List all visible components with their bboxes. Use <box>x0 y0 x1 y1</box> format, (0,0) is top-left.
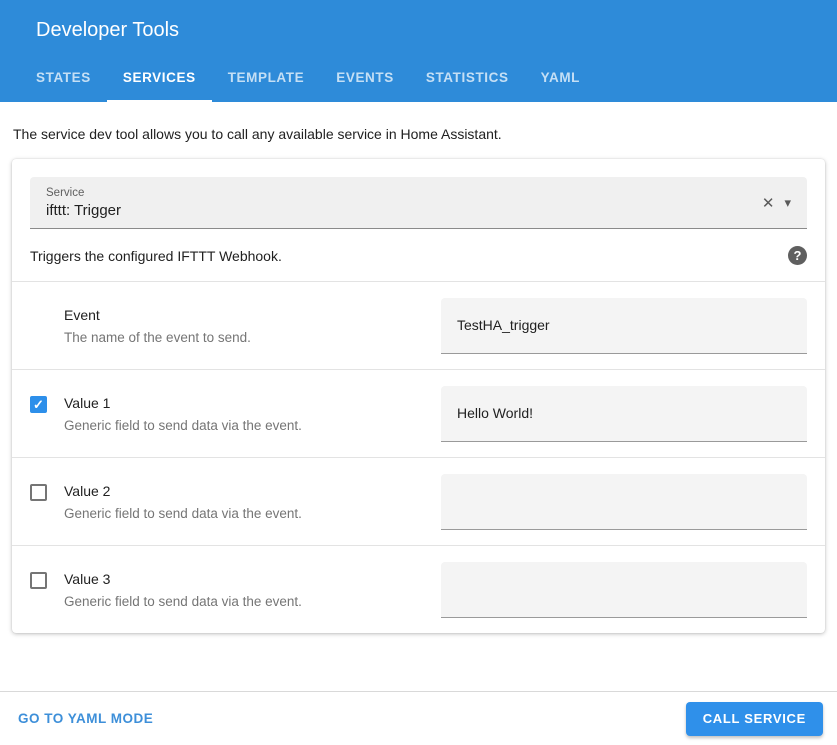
field-name-value2: Value 2 <box>64 483 429 499</box>
tab-template[interactable]: TEMPLATE <box>212 55 321 102</box>
field-left: ✓ Value 1 Generic field to send data via… <box>30 395 441 433</box>
value2-checkbox[interactable]: ✓ <box>30 484 47 501</box>
service-select[interactable]: Service ifttt: Trigger ✕ ▾ <box>30 177 807 229</box>
call-service-button[interactable]: CALL SERVICE <box>686 702 823 736</box>
page-footer: GO TO YAML MODE CALL SERVICE <box>0 691 837 745</box>
field-name-value1: Value 1 <box>64 395 429 411</box>
tab-events[interactable]: EVENTS <box>320 55 410 102</box>
field-row-value1: ✓ Value 1 Generic field to send data via… <box>12 369 825 457</box>
field-info: Event The name of the event to send. <box>64 307 441 345</box>
service-description-row: Triggers the configured IFTTT Webhook. ? <box>12 229 825 281</box>
chevron-down-icon[interactable]: ▾ <box>782 189 797 217</box>
checkbox-col: ✓ <box>30 571 64 589</box>
tab-services[interactable]: SERVICES <box>107 55 212 102</box>
field-desc-value3: Generic field to send data via the event… <box>64 594 429 609</box>
value1-checkbox[interactable]: ✓ <box>30 396 47 413</box>
field-info: Value 2 Generic field to send data via t… <box>64 483 441 521</box>
page-title: Developer Tools <box>0 0 837 55</box>
field-desc-value1: Generic field to send data via the event… <box>64 418 429 433</box>
field-name-value3: Value 3 <box>64 571 429 587</box>
service-select-label: Service <box>46 187 754 199</box>
go-to-yaml-mode-link[interactable]: GO TO YAML MODE <box>14 703 157 734</box>
field-left: ✓ Value 2 Generic field to send data via… <box>30 483 441 521</box>
field-left: ✓ Value 3 Generic field to send data via… <box>30 571 441 609</box>
event-input[interactable] <box>441 298 807 354</box>
intro-text: The service dev tool allows you to call … <box>13 126 825 142</box>
clear-icon[interactable]: ✕ <box>754 188 783 218</box>
app-header: Developer Tools STATES SERVICES TEMPLATE… <box>0 0 837 102</box>
field-info: Value 3 Generic field to send data via t… <box>64 571 441 609</box>
value1-input[interactable] <box>441 386 807 442</box>
field-left: Event The name of the event to send. <box>30 307 441 345</box>
field-row-event: Event The name of the event to send. <box>12 281 825 369</box>
main-content: The service dev tool allows you to call … <box>0 102 837 691</box>
tab-states[interactable]: STATES <box>20 55 107 102</box>
field-row-value3: ✓ Value 3 Generic field to send data via… <box>12 545 825 633</box>
value3-checkbox[interactable]: ✓ <box>30 572 47 589</box>
tab-statistics[interactable]: STATISTICS <box>410 55 525 102</box>
field-info: Value 1 Generic field to send data via t… <box>64 395 441 433</box>
field-desc-value2: Generic field to send data via the event… <box>64 506 429 521</box>
service-select-value: ifttt: Trigger <box>46 202 754 219</box>
checkbox-col: ✓ <box>30 483 64 501</box>
value2-input[interactable] <box>441 474 807 530</box>
service-picker-section: Service ifttt: Trigger ✕ ▾ <box>12 159 825 229</box>
service-select-text: Service ifttt: Trigger <box>46 187 754 219</box>
tab-bar: STATES SERVICES TEMPLATE EVENTS STATISTI… <box>0 55 837 102</box>
field-desc-event: The name of the event to send. <box>64 330 429 345</box>
value3-input[interactable] <box>441 562 807 618</box>
checkbox-spacer <box>30 307 64 308</box>
service-card: Service ifttt: Trigger ✕ ▾ Triggers the … <box>12 159 825 633</box>
field-name-event: Event <box>64 307 429 323</box>
checkbox-col: ✓ <box>30 395 64 413</box>
help-icon[interactable]: ? <box>788 246 807 265</box>
tab-yaml[interactable]: YAML <box>525 55 596 102</box>
field-row-value2: ✓ Value 2 Generic field to send data via… <box>12 457 825 545</box>
service-description: Triggers the configured IFTTT Webhook. <box>30 248 282 264</box>
